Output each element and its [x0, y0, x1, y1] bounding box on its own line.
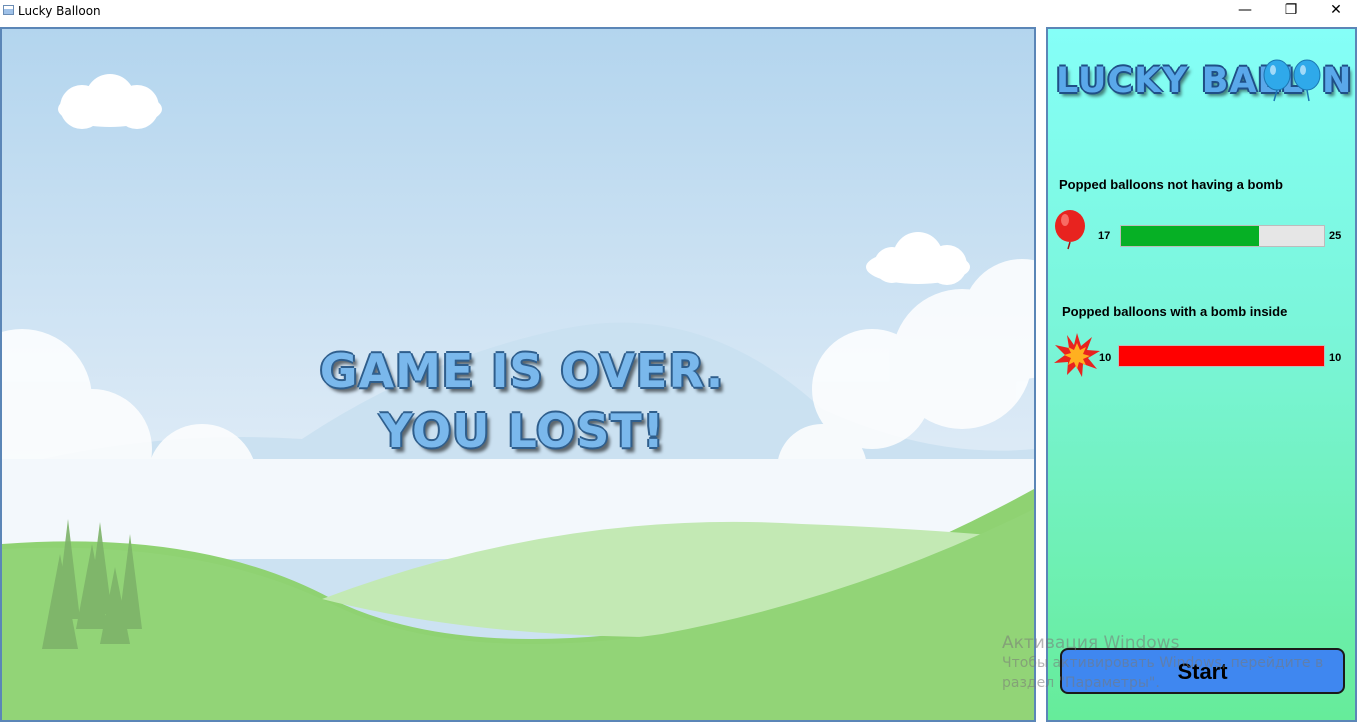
logo-text-right: N: [1322, 61, 1352, 101]
side-panel: LUCKY BALL N Popped balloons not having …: [1046, 27, 1357, 722]
safe-balloons-label: Popped balloons not having a bomb: [1059, 177, 1283, 192]
start-button[interactable]: Start: [1060, 648, 1345, 694]
title-bar: Lucky Balloon — ❐ ✕: [0, 0, 1361, 22]
bomb-progress-bar: [1118, 345, 1325, 367]
bomb-current-count: 10: [1099, 352, 1112, 364]
game-area[interactable]: GAME IS OVER. YOU LOST!: [0, 27, 1036, 722]
explosion-icon: [1054, 333, 1100, 377]
safe-max-count: 25: [1329, 230, 1342, 242]
safe-progress-bar: [1120, 225, 1325, 247]
bomb-max-count: 10: [1329, 352, 1342, 364]
window-title: Lucky Balloon: [18, 4, 101, 18]
bomb-balloons-label: Popped balloons with a bomb inside: [1062, 304, 1288, 319]
game-over-message: GAME IS OVER. YOU LOST!: [319, 344, 725, 458]
bomb-progress-fill: [1119, 346, 1324, 366]
maximize-button[interactable]: ❐: [1268, 0, 1314, 22]
app-icon: [3, 5, 14, 15]
logo-balloons-icon: [1263, 59, 1321, 102]
safe-progress-fill: [1121, 226, 1260, 246]
minimize-button[interactable]: —: [1222, 0, 1268, 22]
red-balloon-icon: [1055, 210, 1085, 250]
game-logo: LUCKY BALL N: [1056, 59, 1356, 111]
safe-current-count: 17: [1098, 230, 1111, 242]
close-button[interactable]: ✕: [1313, 0, 1359, 22]
